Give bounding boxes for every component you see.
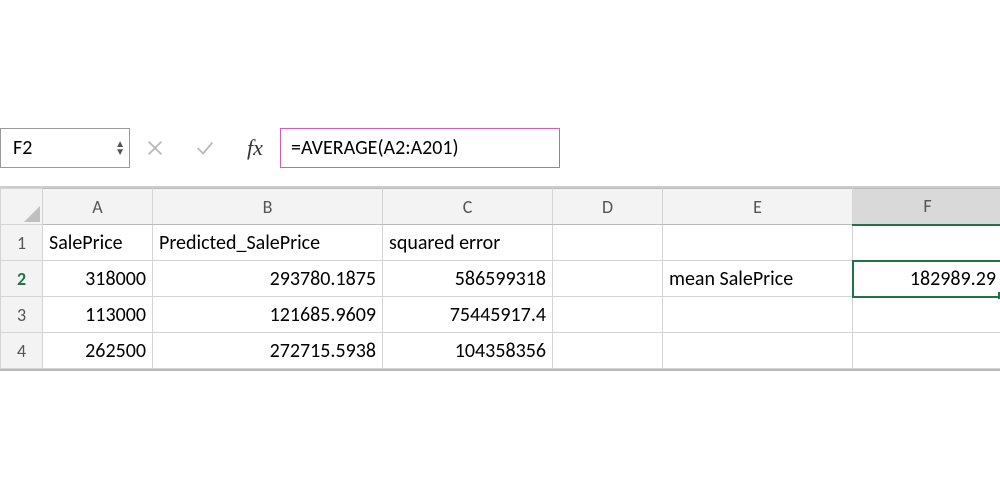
col-header-F[interactable]: F	[853, 189, 1000, 225]
cell-E1[interactable]	[663, 225, 853, 261]
cell-C4[interactable]: 104358356	[383, 333, 553, 369]
cell-D2[interactable]	[553, 261, 663, 297]
col-header-A[interactable]: A	[43, 189, 153, 225]
cell-A4[interactable]: 262500	[43, 333, 153, 369]
name-box-stepper[interactable]: ▲ ▼	[115, 140, 125, 156]
cell-A2[interactable]: 318000	[43, 261, 153, 297]
x-icon	[144, 137, 166, 159]
name-box[interactable]: F2 ▲ ▼	[0, 128, 130, 168]
cell-E2[interactable]: mean SalePrice	[663, 261, 853, 297]
cell-A1[interactable]: SalePrice	[43, 225, 153, 261]
row-header-2[interactable]: 2	[1, 261, 43, 297]
enter-button[interactable]	[180, 128, 230, 168]
table-row: 2 318000 293780.1875 586599318 mean Sale…	[1, 261, 1000, 297]
cell-F1[interactable]	[853, 225, 1000, 261]
table-row: 3 113000 121685.9609 75445917.4	[1, 297, 1000, 333]
cell-D1[interactable]	[553, 225, 663, 261]
formula-input[interactable]: =AVERAGE(A2:A201)	[280, 128, 560, 168]
row-header-1[interactable]: 1	[1, 225, 43, 261]
cell-C2[interactable]: 586599318	[383, 261, 553, 297]
row-header-3[interactable]: 3	[1, 297, 43, 333]
spreadsheet-grid: A B C D E F 1 SalePrice Predicted_SalePr…	[0, 186, 1000, 371]
column-header-row: A B C D E F	[1, 189, 1000, 225]
name-box-value: F2	[13, 136, 32, 160]
chevron-down-icon[interactable]: ▼	[115, 148, 125, 156]
cell-D3[interactable]	[553, 297, 663, 333]
cell-A3[interactable]: 113000	[43, 297, 153, 333]
row-header-4[interactable]: 4	[1, 333, 43, 369]
cell-B4[interactable]: 272715.5938	[153, 333, 383, 369]
cell-D4[interactable]	[553, 333, 663, 369]
fx-icon[interactable]: fx	[230, 135, 280, 161]
col-header-B[interactable]: B	[153, 189, 383, 225]
cell-F2[interactable]: 182989.29	[853, 261, 1000, 297]
cell-E3[interactable]	[663, 297, 853, 333]
table-row: 1 SalePrice Predicted_SalePrice squared …	[1, 225, 1000, 261]
cell-C3[interactable]: 75445917.4	[383, 297, 553, 333]
select-all-corner[interactable]	[1, 189, 43, 225]
cell-E4[interactable]	[663, 333, 853, 369]
cancel-button[interactable]	[130, 128, 180, 168]
cell-B2[interactable]: 293780.1875	[153, 261, 383, 297]
col-header-E[interactable]: E	[663, 189, 853, 225]
cell-C1[interactable]: squared error	[383, 225, 553, 261]
cells-table[interactable]: A B C D E F 1 SalePrice Predicted_SalePr…	[0, 188, 1000, 369]
cell-F3[interactable]	[853, 297, 1000, 333]
formula-bar: F2 ▲ ▼ fx =AVERAGE(A2:A201)	[0, 120, 1000, 176]
cell-B3[interactable]: 121685.9609	[153, 297, 383, 333]
formula-text: =AVERAGE(A2:A201)	[291, 136, 459, 160]
table-row: 4 262500 272715.5938 104358356	[1, 333, 1000, 369]
col-header-C[interactable]: C	[383, 189, 553, 225]
check-icon	[194, 137, 216, 159]
cell-B1[interactable]: Predicted_SalePrice	[153, 225, 383, 261]
cell-F4[interactable]	[853, 333, 1000, 369]
col-header-D[interactable]: D	[553, 189, 663, 225]
